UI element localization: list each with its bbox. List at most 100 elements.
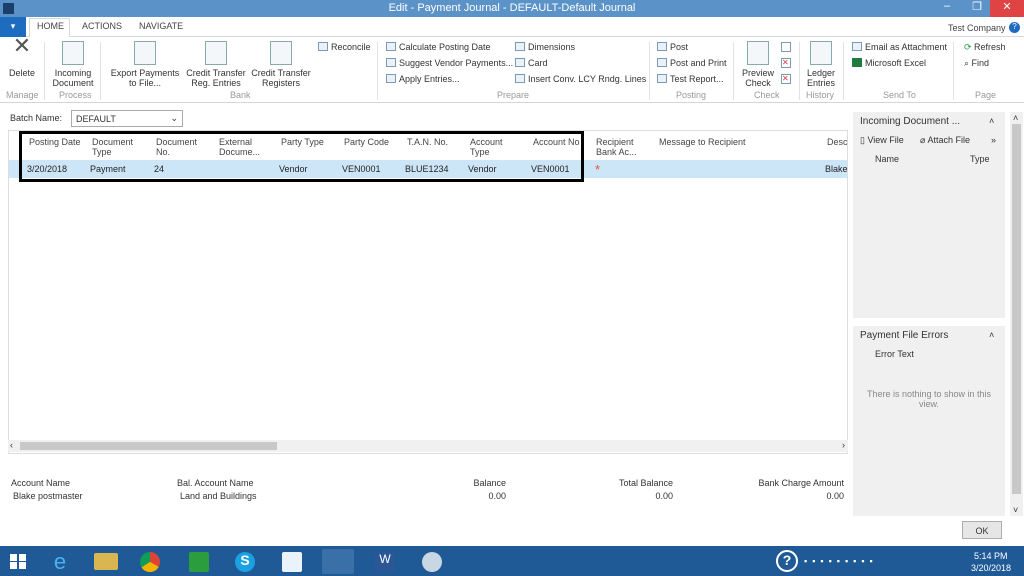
credit-transfer-reg-entries-button[interactable]: Credit Transfer Reg. Entries bbox=[184, 41, 248, 88]
void-check-icon[interactable]: ✕ bbox=[781, 58, 791, 68]
group-bank: Bank bbox=[230, 90, 251, 100]
clock-date[interactable]: 3/20/2018 bbox=[971, 563, 1011, 573]
restore-button[interactable]: ❐ bbox=[962, 0, 992, 17]
credit-transfer-registers-button[interactable]: Credit Transfer Registers bbox=[250, 41, 312, 88]
scroll-thumb[interactable] bbox=[20, 442, 277, 450]
batch-name-label: Batch Name: bbox=[10, 113, 63, 123]
incoming-document-button[interactable]: Incoming Document bbox=[50, 41, 96, 88]
post-icon bbox=[657, 42, 667, 51]
group-prepare: Prepare bbox=[497, 90, 530, 100]
scroll-up-icon[interactable]: ˄ bbox=[1013, 113, 1018, 123]
divider bbox=[953, 42, 954, 100]
store-icon[interactable] bbox=[189, 552, 209, 572]
binoculars-icon: ⌕ bbox=[964, 58, 972, 68]
card-icon bbox=[515, 58, 525, 67]
clock-time[interactable]: 5:14 PM bbox=[974, 551, 1008, 561]
divider bbox=[799, 42, 800, 100]
ledger-icon bbox=[810, 41, 832, 65]
group-manage: Manage bbox=[6, 90, 39, 100]
print-check-icon[interactable] bbox=[781, 42, 791, 52]
col-recipient-bank[interactable]: Recipient Bank Ac... bbox=[596, 137, 646, 157]
col-message[interactable]: Message to Recipient bbox=[659, 137, 746, 147]
insert-rounding-lines-button[interactable]: Insert Conv. LCY Rndg. Lines bbox=[515, 74, 646, 84]
ok-button[interactable]: OK bbox=[962, 521, 1002, 539]
window-title: Edit - Payment Journal - DEFAULT-Default… bbox=[388, 2, 636, 14]
tab-home[interactable]: HOME bbox=[37, 21, 64, 31]
dynamics-nav-icon[interactable] bbox=[282, 552, 302, 572]
account-name-label: Account Name bbox=[11, 478, 71, 488]
refresh-button[interactable]: ⟳ Refresh bbox=[964, 42, 1006, 53]
internet-explorer-icon[interactable]: e bbox=[44, 549, 76, 574]
divider bbox=[100, 42, 101, 100]
cell-description[interactable]: Blake bbox=[825, 164, 848, 174]
help-icon[interactable]: ? bbox=[1009, 22, 1020, 33]
vertical-scrollbar[interactable]: ˄ ˅ bbox=[1010, 112, 1023, 516]
paint-icon[interactable] bbox=[422, 552, 442, 572]
calculate-posting-date-button[interactable]: Calculate Posting Date bbox=[386, 42, 491, 52]
close-button[interactable]: ✕ bbox=[990, 0, 1024, 17]
file-explorer-icon[interactable] bbox=[94, 553, 118, 570]
divider bbox=[843, 42, 844, 100]
batch-name-select[interactable]: DEFAULT ⌄ bbox=[71, 110, 183, 127]
collapse-icon[interactable]: ˄ bbox=[989, 330, 994, 340]
chrome-icon[interactable] bbox=[140, 552, 160, 572]
report-icon bbox=[657, 74, 667, 83]
incoming-document-factbox: Incoming Document ... ˄ ▯ View File ⌀ At… bbox=[853, 112, 1005, 318]
void-all-checks-icon[interactable]: ✕ bbox=[781, 74, 791, 84]
export-icon bbox=[134, 41, 156, 65]
post-and-print-button[interactable]: Post and Print bbox=[657, 58, 727, 68]
balance-label: Balance bbox=[473, 478, 506, 488]
insert-icon bbox=[515, 74, 525, 83]
horizontal-scrollbar[interactable]: ‹ › bbox=[8, 440, 848, 452]
collapse-icon[interactable]: ˄ bbox=[989, 116, 994, 126]
excel-icon bbox=[852, 58, 862, 67]
tab-actions[interactable]: ACTIONS bbox=[82, 21, 122, 31]
col-name: Name bbox=[875, 154, 900, 164]
col-description[interactable]: Desc bbox=[827, 137, 848, 147]
excel-button[interactable]: Microsoft Excel bbox=[852, 58, 926, 68]
scroll-down-icon[interactable]: ˅ bbox=[1013, 505, 1018, 515]
view-file-button[interactable]: ▯ View File bbox=[860, 135, 904, 146]
find-button[interactable]: ⌕ Find bbox=[964, 58, 989, 69]
taskbar: e S W ? ▪▪▪▪▪▪▪▪▪ 5:14 PM 3/20/2018 bbox=[0, 546, 1024, 576]
skype-icon[interactable]: S bbox=[235, 552, 255, 572]
col-type: Type bbox=[970, 154, 990, 164]
bal-account-name-value: Land and Buildings bbox=[180, 491, 257, 501]
scroll-thumb[interactable] bbox=[1012, 124, 1021, 494]
total-balance-value: 0.00 bbox=[655, 491, 673, 501]
tab-navigate[interactable]: NAVIGATE bbox=[139, 21, 183, 31]
email-attachment-button[interactable]: Email as Attachment bbox=[852, 42, 947, 52]
minimize-button[interactable]: – bbox=[932, 0, 962, 17]
group-check: Check bbox=[754, 90, 780, 100]
required-asterisk-icon: * bbox=[595, 162, 601, 177]
divider bbox=[377, 42, 378, 100]
attach-file-button[interactable]: ⌀ Attach File bbox=[920, 135, 970, 146]
word-icon[interactable]: W bbox=[375, 552, 395, 572]
preview-check-button[interactable]: Preview Check bbox=[738, 41, 778, 88]
col-error-text: Error Text bbox=[875, 349, 914, 359]
apply-icon bbox=[386, 74, 396, 83]
dimensions-button[interactable]: Dimensions bbox=[515, 42, 575, 52]
print-icon bbox=[657, 58, 667, 67]
system-tray-icons[interactable]: ▪▪▪▪▪▪▪▪▪ bbox=[804, 556, 954, 566]
scroll-right-icon[interactable]: › bbox=[842, 440, 845, 450]
reconcile-button[interactable]: Reconcile bbox=[318, 42, 371, 52]
help-icon[interactable]: ? bbox=[776, 550, 798, 572]
delete-button[interactable]: ✕ Delete bbox=[6, 35, 38, 79]
divider bbox=[733, 42, 734, 100]
apply-entries-button[interactable]: Apply Entries... bbox=[386, 74, 460, 84]
more-icon[interactable]: » bbox=[991, 135, 996, 145]
card-button[interactable]: Card bbox=[515, 58, 548, 68]
bank-charge-value: 0.00 bbox=[826, 491, 844, 501]
scroll-left-icon[interactable]: ‹ bbox=[10, 440, 13, 450]
chevron-down-icon: ⌄ bbox=[170, 113, 178, 123]
suggest-vendor-payments-button[interactable]: Suggest Vendor Payments... bbox=[386, 58, 513, 68]
export-payments-button[interactable]: Export Payments to File... bbox=[106, 41, 184, 88]
ledger-entries-button[interactable]: Ledger Entries bbox=[803, 41, 839, 88]
dynamics-nav-active-icon[interactable] bbox=[322, 549, 354, 574]
test-report-button[interactable]: Test Report... bbox=[657, 74, 724, 84]
email-icon bbox=[852, 42, 862, 51]
windows-start-icon[interactable] bbox=[10, 554, 26, 569]
post-button[interactable]: Post bbox=[657, 42, 688, 52]
company-name[interactable]: Test Company bbox=[948, 23, 1006, 33]
